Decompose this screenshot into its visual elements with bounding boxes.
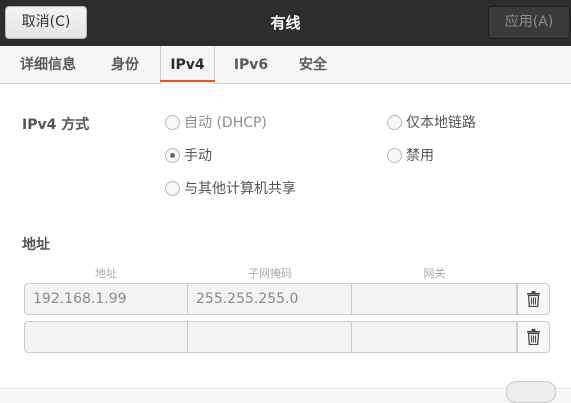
gateway-field[interactable] (352, 321, 517, 353)
address-field[interactable]: 192.168.1.99 (24, 283, 188, 315)
radio-shared-label: 与其他计算机共享 (184, 181, 296, 197)
tab-details[interactable]: 详细信息 (14, 46, 82, 83)
ipv4-settings-panel: IPv4 方式 自动 (DHCP) 仅本地链路 手动 禁用 与其他计算机共享 地… (0, 84, 571, 391)
radio-shared[interactable]: 与其他计算机共享 (165, 177, 296, 199)
radio-disabled-label: 禁用 (406, 148, 434, 164)
address-row (24, 321, 517, 353)
radio-circle (387, 147, 402, 163)
tab-ipv4[interactable]: IPv4 (160, 46, 215, 84)
toggle-switch[interactable] (506, 381, 556, 403)
addresses-section-label: 地址 (22, 237, 50, 253)
radio-link-local-label: 仅本地链路 (406, 115, 476, 131)
ipv4-method-label: IPv4 方式 (22, 117, 90, 133)
radio-auto-dhcp[interactable]: 自动 (DHCP) (165, 111, 267, 133)
netmask-field[interactable]: 255.255.255.0 (188, 283, 352, 315)
tab-bar: 详细信息 身份 IPv4 IPv6 安全 (0, 46, 571, 84)
address-row: 192.168.1.99 255.255.255.0 (24, 283, 517, 315)
trash-icon (527, 329, 540, 345)
delete-address-button[interactable] (517, 283, 550, 315)
delete-address-button[interactable] (517, 321, 550, 353)
radio-circle (387, 114, 402, 130)
divider (0, 388, 571, 389)
tab-security[interactable]: 安全 (291, 46, 335, 83)
cancel-button[interactable]: 取消(C) (5, 6, 87, 39)
radio-manual-label: 手动 (184, 148, 212, 164)
column-header-netmask: 子网掩码 (248, 267, 292, 280)
netmask-field[interactable] (188, 321, 352, 353)
header-bar: 取消(C) 有线 应用(A) (0, 0, 571, 46)
radio-circle-checked (165, 147, 180, 163)
trash-icon (527, 291, 540, 307)
radio-circle (165, 114, 180, 130)
radio-link-local[interactable]: 仅本地链路 (387, 111, 476, 133)
gateway-field[interactable] (352, 283, 517, 315)
radio-auto-dhcp-label: 自动 (DHCP) (184, 115, 267, 131)
tab-identity[interactable]: 身份 (103, 46, 147, 83)
address-field[interactable] (24, 321, 188, 353)
radio-circle (165, 180, 180, 196)
radio-disabled[interactable]: 禁用 (387, 144, 434, 166)
column-header-gateway: 网关 (423, 267, 446, 280)
apply-button[interactable]: 应用(A) (488, 6, 570, 39)
column-header-address: 地址 (95, 267, 117, 280)
tab-ipv6[interactable]: IPv6 (230, 46, 272, 83)
window-title: 有线 (270, 14, 301, 32)
radio-manual[interactable]: 手动 (165, 144, 212, 166)
